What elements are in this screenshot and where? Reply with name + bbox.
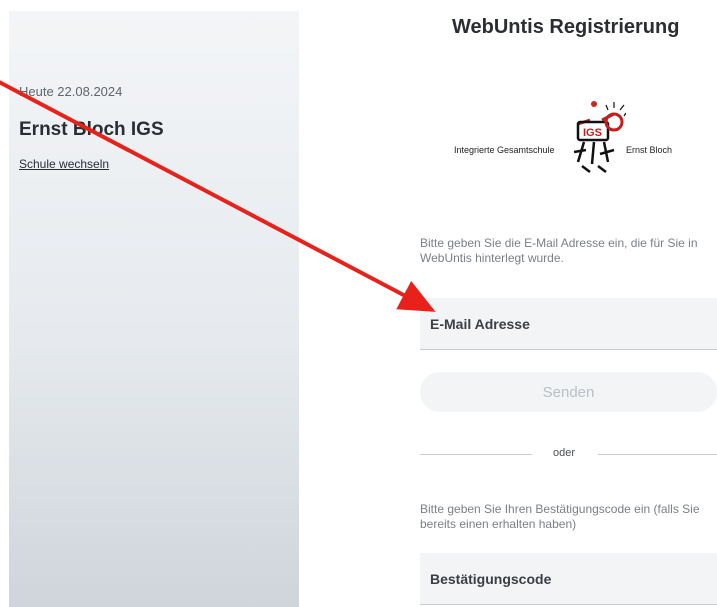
sidebar: Heute 22.08.2024 Ernst Bloch IGS Schule … [9, 11, 299, 607]
divider-line-right [598, 454, 717, 455]
email-field[interactable] [420, 298, 717, 349]
igs-logo-icon: IGS [573, 101, 626, 173]
email-field-container [420, 298, 717, 350]
logo-left-text: Integrierte Gesamtschule [454, 145, 555, 155]
page: Heute 22.08.2024 Ernst Bloch IGS Schule … [0, 0, 717, 607]
school-name: Ernst Bloch IGS [19, 119, 164, 140]
divider: oder [420, 446, 717, 462]
logo-right-text: Ernst Bloch [626, 145, 673, 155]
send-button[interactable]: Senden [420, 372, 717, 412]
logo-mark-text: IGS [583, 127, 602, 139]
code-field[interactable] [420, 553, 717, 604]
switch-school-link[interactable]: Schule wechseln [19, 157, 109, 171]
code-field-container [420, 553, 717, 605]
registration-panel: WebUntis Registrierung Integrierte Gesam… [420, 0, 717, 607]
email-hint: Bitte geben Sie die E-Mail Adresse ein, … [420, 236, 698, 265]
school-logo: Integrierte Gesamtschule IGS Ernst Bloch [454, 100, 694, 180]
code-hint: Bitte geben Sie Ihren Bestätigungscode e… [420, 502, 700, 531]
divider-line-left [420, 454, 532, 455]
current-date: Heute 22.08.2024 [19, 84, 123, 99]
page-title: WebUntis Registrierung [452, 16, 680, 38]
divider-label: oder [553, 447, 576, 459]
